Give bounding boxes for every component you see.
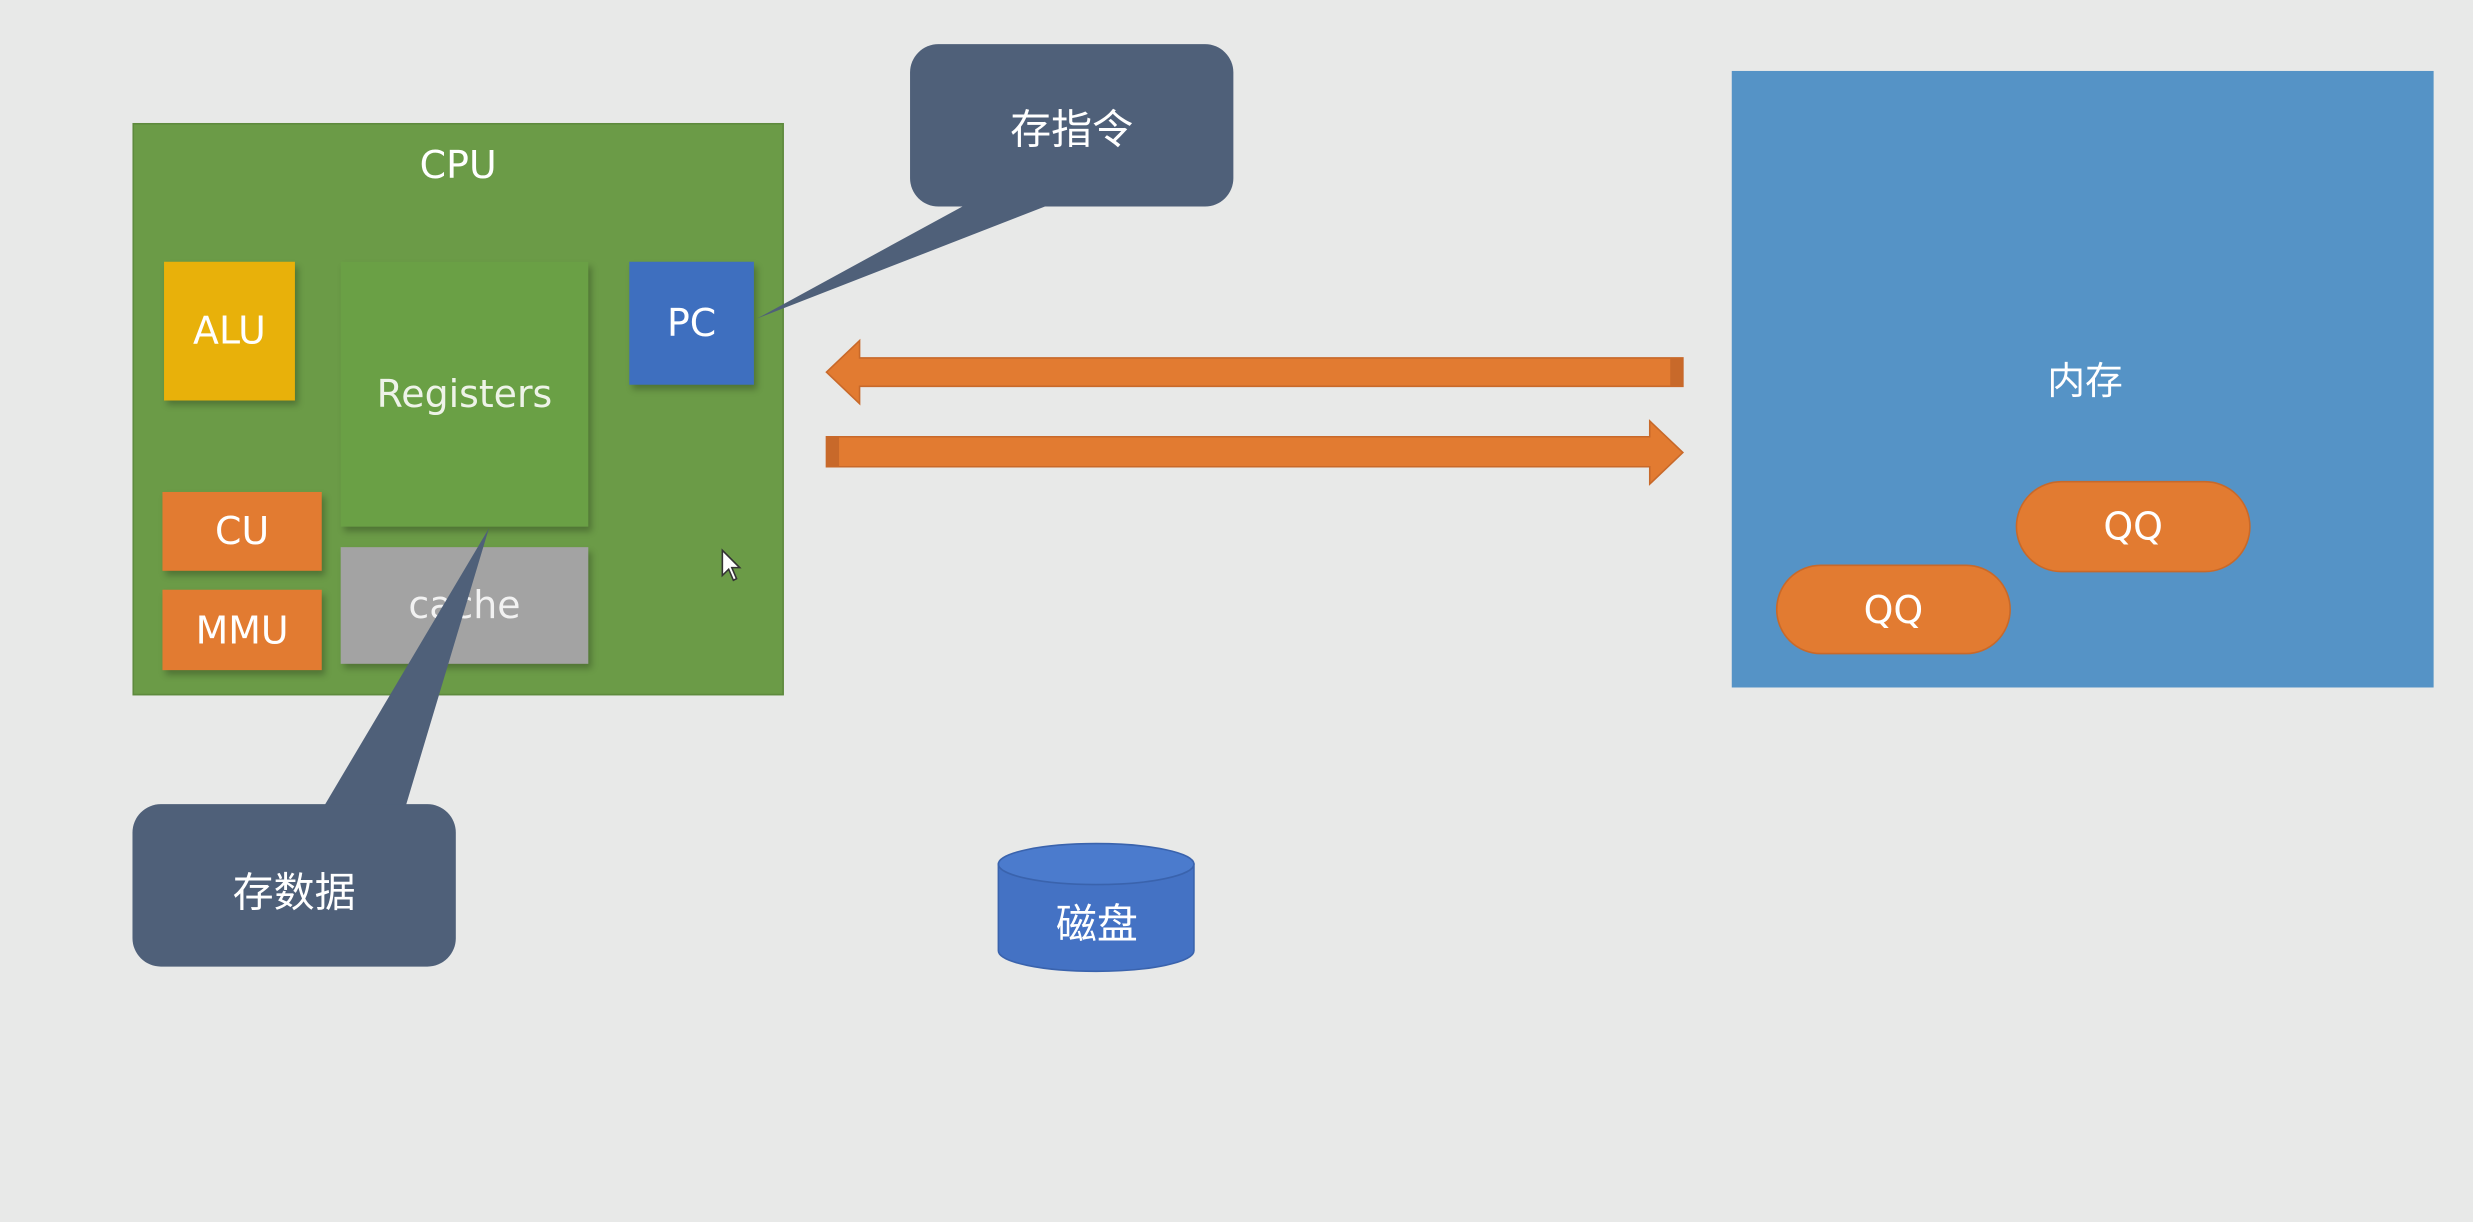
diagram-vector-layer — [132, 44, 1685, 973]
diagram-canvas: CPU ALU Registers PC CU MMU cache 内存 QQ … — [0, 0, 2473, 1222]
callout-pc-label: 存指令 — [1010, 107, 1134, 155]
disk-label: 磁盘 — [1055, 901, 1138, 950]
mouse-cursor-icon — [721, 548, 742, 582]
arrow-memory-to-cpu — [825, 338, 1684, 406]
callout-registers-label: 存数据 — [232, 870, 356, 918]
arrow-cpu-to-memory — [825, 419, 1685, 486]
callout-pc — [757, 44, 1234, 319]
